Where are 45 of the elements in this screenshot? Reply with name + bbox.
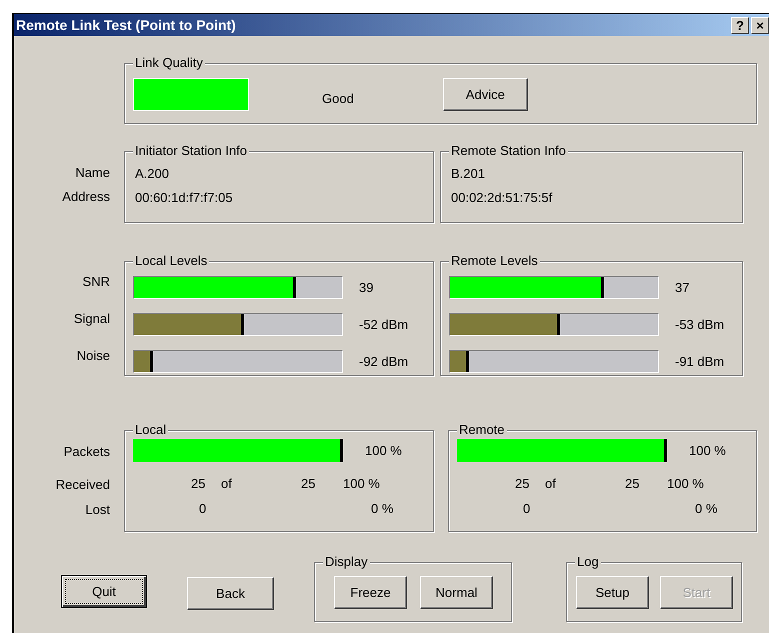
level-reading: -53 dBm (675, 317, 724, 332)
received-percent: 100 % (667, 476, 704, 493)
of-label: of (545, 476, 557, 493)
level-reading: 37 (675, 280, 690, 295)
row-label: Signal (74, 310, 110, 328)
row-label: Address (62, 189, 110, 205)
quality-status: Good (322, 91, 354, 106)
close-button[interactable]: × (751, 16, 769, 34)
row-label: Received (56, 477, 110, 494)
log-button[interactable]: Setup (576, 576, 649, 609)
help-button[interactable]: ? (731, 16, 749, 34)
received-percent: 100 % (343, 476, 380, 493)
display-button[interactable]: Normal (420, 576, 493, 609)
advice-button[interactable]: Advice (442, 78, 528, 111)
level-reading: -92 dBm (359, 354, 408, 369)
received-count: 25 (515, 476, 530, 493)
packets-percent: 100 % (365, 443, 402, 458)
lost-count: 0 (199, 501, 208, 518)
level-reading: -91 dBm (675, 354, 724, 369)
window-title: Remote Link Test (Point to Point) (16, 17, 236, 33)
of-label: of (221, 476, 233, 493)
lost-percent: 0 % (695, 501, 718, 518)
lost-count: 0 (523, 501, 532, 518)
row-label: Noise (76, 347, 110, 365)
display-button[interactable]: Freeze (334, 576, 407, 609)
back-button[interactable]: Back (187, 577, 274, 610)
station-name: A.200 (135, 166, 170, 182)
packets-percent: 100 % (689, 443, 726, 458)
level-reading: -52 dBm (359, 317, 408, 332)
row-label: Lost (85, 502, 110, 518)
level-reading: 39 (359, 280, 374, 295)
station-address: 00:02:2d:51:75:5f (451, 190, 554, 206)
row-label: SNR (82, 273, 110, 291)
group-label: Link Quality (133, 55, 205, 71)
group-label: Display (323, 554, 370, 570)
total-count: 25 (301, 476, 316, 493)
station-address: 00:60:1d:f7:f7:05 (135, 190, 234, 206)
group-label: Log (575, 554, 601, 570)
station-name: B.201 (451, 166, 486, 182)
lost-percent: 0 % (371, 501, 394, 518)
total-count: 25 (625, 476, 640, 493)
row-label: Packets (64, 443, 110, 461)
row-label: Name (75, 165, 110, 181)
quit-button[interactable]: Quit (61, 575, 147, 608)
received-count: 25 (191, 476, 206, 493)
